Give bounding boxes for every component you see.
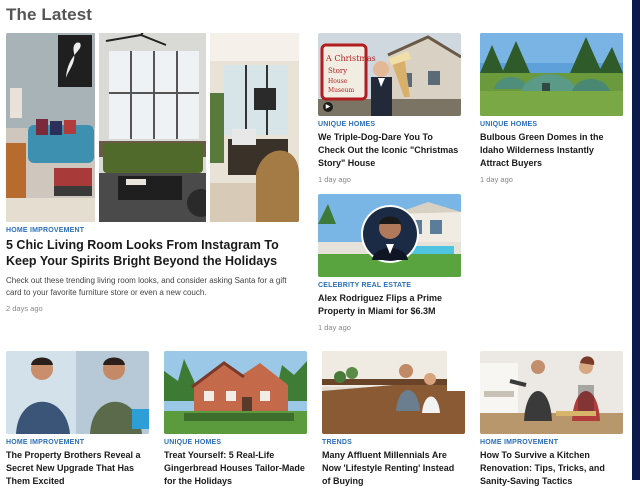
article-image[interactable] [480,33,623,116]
featured-category[interactable]: HOME IMPROVEMENT [6,227,299,234]
article-card[interactable]: A Christmas Story House Museum ▶ UNIQUE … [318,33,461,184]
article-category[interactable]: TRENDS [322,439,465,446]
featured-description: Check out these trending living room loo… [6,276,287,297]
article-image[interactable] [480,351,623,434]
article-timestamp: 1 day ago [318,323,351,332]
article-category[interactable]: HOME IMPROVEMENT [6,439,149,446]
article-image[interactable] [318,194,461,277]
featured-article[interactable]: HOME IMPROVEMENT 5 Chic Living Room Look… [6,33,299,313]
article-headline[interactable]: We Triple-Dog-Dare You To Check Out the … [318,131,461,170]
article-image[interactable] [164,351,307,434]
svg-text:House: House [328,78,348,85]
article-headline[interactable]: Alex Rodriguez Flips a Prime Property in… [318,292,461,318]
article-headline[interactable]: Bulbous Green Domes in the Idaho Wildern… [480,131,623,170]
article-card[interactable]: TRENDS Many Affluent Millennials Are Now… [322,351,465,488]
page-scroll-rail [632,0,640,480]
article-card[interactable]: HOME IMPROVEMENT The Property Brothers R… [6,351,149,488]
article-timestamp: 1 day ago [480,175,513,184]
play-icon[interactable]: ▶ [323,102,333,112]
featured-headline[interactable]: 5 Chic Living Room Looks From Instagram … [6,237,299,269]
article-category[interactable]: UNIQUE HOMES [480,121,623,128]
article-category[interactable]: UNIQUE HOMES [318,121,461,128]
article-headline[interactable]: Many Affluent Millennials Are Now 'Lifes… [322,449,465,488]
article-headline[interactable]: Treat Yourself: 5 Real-Life Gingerbread … [164,449,307,488]
article-headline[interactable]: How To Survive a Kitchen Renovation: Tip… [480,449,623,488]
article-category[interactable]: HOME IMPROVEMENT [480,439,623,446]
article-image[interactable] [6,351,149,434]
museum-sign-text: A Christmas [325,54,376,63]
section-title: The Latest [6,5,93,24]
article-card[interactable]: HOME IMPROVEMENT How To Survive a Kitche… [480,351,623,488]
article-image[interactable] [322,351,465,434]
article-card[interactable]: UNIQUE HOMES Treat Yourself: 5 Real-Life… [164,351,307,488]
article-card[interactable]: UNIQUE HOMES Bulbous Green Domes in the … [480,33,623,184]
article-headline[interactable]: The Property Brothers Reveal a Secret Ne… [6,449,149,488]
featured-timestamp: 2 days ago [6,304,43,313]
svg-text:Story: Story [328,67,347,75]
article-category[interactable]: UNIQUE HOMES [164,439,307,446]
article-card[interactable]: CELEBRITY REAL ESTATE Alex Rodriguez Fli… [318,194,461,332]
svg-text:Museum: Museum [328,87,355,94]
featured-image[interactable] [6,33,299,222]
article-category[interactable]: CELEBRITY REAL ESTATE [318,282,461,289]
article-image[interactable]: A Christmas Story House Museum ▶ [318,33,461,116]
article-timestamp: 1 day ago [318,175,351,184]
